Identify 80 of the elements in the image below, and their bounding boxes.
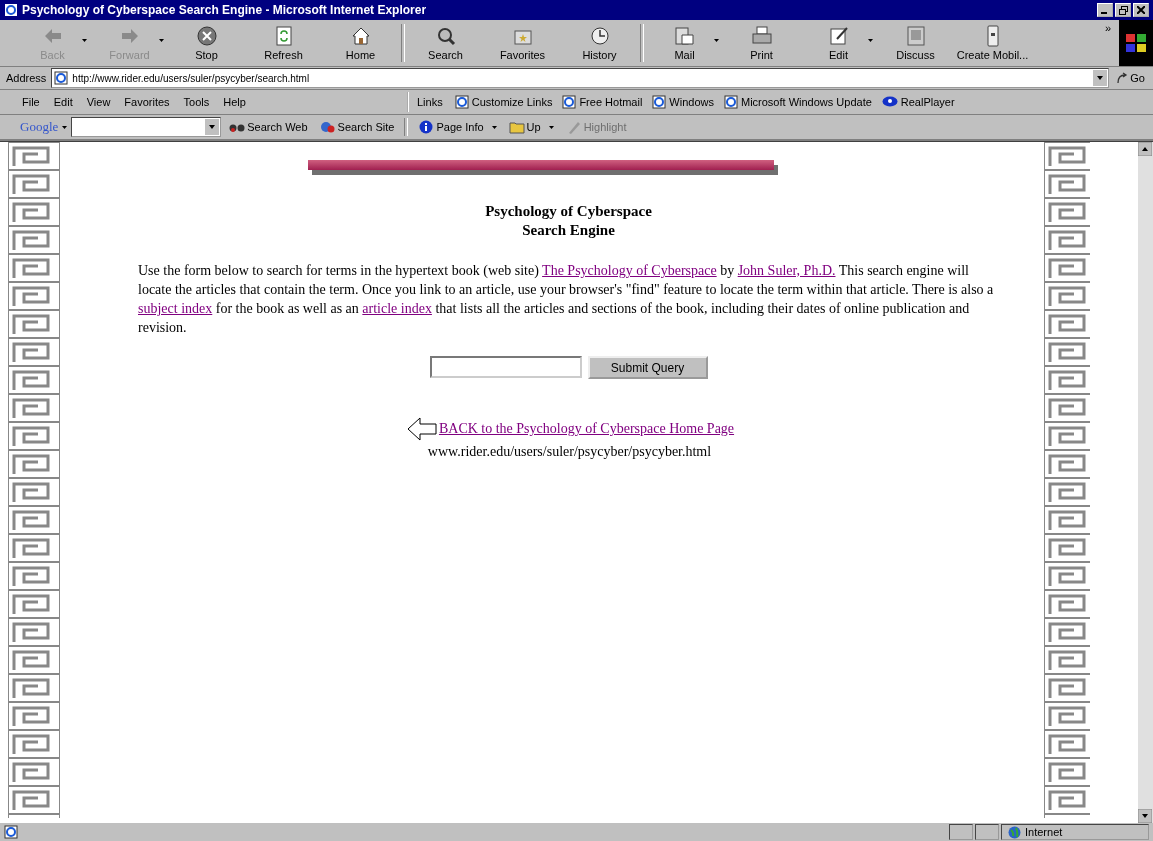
menu-item[interactable]: View: [86, 96, 111, 108]
restore-icon: [1118, 5, 1128, 15]
more-buttons-chevron[interactable]: »: [1104, 22, 1111, 34]
close-button[interactable]: [1133, 3, 1149, 17]
print-icon: [750, 25, 773, 47]
search-field[interactable]: [71, 117, 222, 137]
link-bar-item[interactable]: Microsoft Windows Update: [724, 95, 872, 109]
page-heading: Psychology of Cyberspace Search Engine: [485, 202, 652, 240]
address-label: Address: [5, 72, 48, 84]
google-toolbar-button[interactable]: Page Info: [414, 120, 501, 134]
dropdown-icon: [868, 39, 873, 42]
folder-up-icon: [508, 120, 525, 134]
page-icon: [724, 95, 738, 109]
toolbar-button[interactable]: Stop: [168, 22, 245, 64]
address-field[interactable]: http://www.rider.edu/users/suler/psycyber/search.html: [51, 68, 1110, 88]
toolbar-button[interactable]: Search: [407, 22, 484, 64]
minimize-button[interactable]: [1097, 3, 1113, 17]
toolbar-button[interactable]: Print: [723, 22, 800, 64]
link-bar-item[interactable]: Windows: [652, 95, 714, 109]
submit-query-button[interactable]: Submit Query: [587, 356, 708, 379]
arrow-left-icon: [406, 417, 437, 441]
toolbar-button[interactable]: Create Mobil...: [954, 22, 1031, 64]
menu-item[interactable]: Favorites: [124, 96, 170, 108]
history-icon: [588, 25, 611, 47]
page-icon: [562, 95, 577, 109]
link-bar-item[interactable]: Free Hotmail: [562, 95, 643, 109]
vertical-scrollbar[interactable]: [1138, 142, 1153, 823]
google-toolbar-button[interactable]: Up: [504, 120, 558, 134]
google-toolbar-button[interactable]: Search Web: [225, 120, 312, 134]
menu-item[interactable]: File: [22, 96, 40, 108]
dropdown-icon[interactable]: [205, 119, 220, 135]
page-icon: [4, 825, 18, 839]
close-icon: [1137, 6, 1145, 14]
scroll-down-icon[interactable]: [1138, 809, 1152, 823]
toolbar-button[interactable]: Refresh: [245, 22, 322, 64]
dropdown-icon: [491, 125, 497, 129]
browser-icon: [4, 3, 18, 17]
toolbar-button[interactable]: History: [561, 22, 638, 64]
status-bar-panel: [949, 824, 973, 840]
restore-button[interactable]: [1115, 3, 1131, 17]
scroll-up-icon[interactable]: [1138, 142, 1152, 156]
text-link[interactable]: article index: [362, 301, 432, 316]
text-link[interactable]: John Suler, Ph.D.: [737, 263, 836, 278]
toolbar-button[interactable]: Edit: [800, 22, 877, 64]
link-bar-item[interactable]: RealPlayer: [881, 96, 955, 108]
dropdown-icon[interactable]: [1093, 70, 1108, 86]
google-logo[interactable]: Google: [20, 119, 59, 135]
dropdown-icon: [159, 39, 164, 42]
status-bar-panel: [975, 824, 999, 840]
toolbar-button[interactable]: Home: [322, 22, 399, 64]
dropdown-icon: [714, 39, 719, 42]
go-arrow-icon: [1116, 72, 1129, 84]
info-icon: [418, 120, 435, 134]
stop-icon: [195, 25, 218, 47]
page-icon: [652, 95, 667, 109]
menu-item[interactable]: Tools: [183, 96, 210, 108]
link-bar-item[interactable]: Customize Links: [454, 95, 553, 109]
search-query-field[interactable]: [429, 356, 582, 378]
back-home-link[interactable]: BACK to the Psychology of Cyberspace Home Page: [438, 421, 735, 437]
dropdown-icon: [62, 125, 68, 129]
google-toolbar-button[interactable]: Search Site: [315, 120, 399, 134]
security-zone-label: Internet: [1025, 826, 1063, 838]
menu-item[interactable]: Help: [223, 96, 246, 108]
toolbar-button[interactable]: Mail: [646, 22, 723, 64]
edit-icon: [827, 25, 850, 47]
text-link[interactable]: The Psychology of Cyberspace: [542, 263, 717, 278]
toolbar-button[interactable]: Discuss: [877, 22, 954, 64]
toolbar-button[interactable]: Favorites: [484, 22, 561, 64]
globe-icon: [1008, 825, 1021, 839]
page-icon: [454, 95, 469, 109]
links-label: Links: [416, 96, 444, 108]
intro-paragraph: Use the form below to search for terms in the hypertext book (web site) The Psychology of Cyberspace by John Suler, Ph.D. This search engine will locate the articles that contain the term. Once you link to an article, use your browser's "find" feature to locate the term within that article. There is also a subject index for the book as well as an article index that lists all the articles and sections of the book, including their dates of online publication and revision.: [138, 262, 995, 337]
go-button[interactable]: Go: [1112, 72, 1149, 84]
text-link[interactable]: subject index: [138, 301, 213, 316]
window-title: Psychology of Cyberspace Search Engine - Microsoft Internet Explorer: [22, 3, 428, 17]
home-page-url: www.rider.edu/users/suler/psycyber/psycyber.html: [427, 444, 712, 460]
dropdown-icon: [82, 39, 87, 42]
dropdown-icon: [548, 125, 554, 129]
menu-item[interactable]: Edit: [53, 96, 73, 108]
page-icon: [54, 71, 69, 85]
